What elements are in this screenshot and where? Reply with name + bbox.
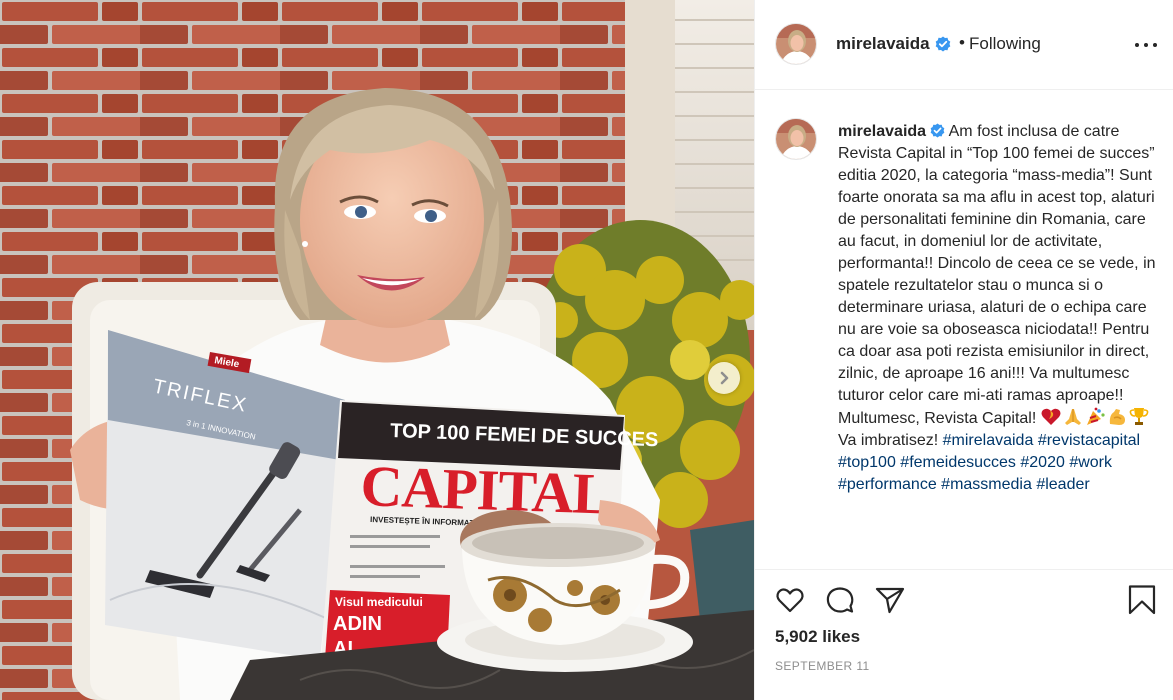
post-header: mirelavaida • Following	[755, 0, 1173, 90]
photo-illustration: Miele TRIFLEX 3 in 1 INNOVATION TOP 100 …	[0, 0, 754, 700]
post-photo[interactable]: Miele TRIFLEX 3 in 1 INNOVATION TOP 100 …	[0, 0, 754, 700]
share-button[interactable]	[874, 584, 906, 616]
hashtag-link[interactable]: #top100	[838, 454, 896, 471]
caption-emojis	[1041, 407, 1151, 427]
verified-badge-icon	[935, 36, 951, 52]
caption-username[interactable]: mirelavaida	[838, 123, 926, 140]
trophy-emoji-icon	[1129, 408, 1149, 425]
likes-count[interactable]: 5,902 likes	[775, 627, 860, 647]
header-username[interactable]: mirelavaida	[836, 34, 930, 54]
avatar[interactable]	[775, 118, 817, 160]
next-photo-button[interactable]	[708, 362, 740, 394]
hashtag-link[interactable]: #massmedia	[941, 476, 1032, 493]
dot-icon	[1135, 43, 1139, 47]
dot-icon	[1144, 43, 1148, 47]
post-date[interactable]: SEPTEMBER 11	[775, 659, 870, 673]
avatar-image	[776, 119, 816, 159]
comment-icon	[826, 587, 854, 613]
hashtag-link[interactable]: #leader	[1036, 476, 1089, 493]
avatar-image	[776, 24, 816, 64]
dot-icon	[1153, 43, 1157, 47]
hashtag-link[interactable]: #femeidesucces	[900, 454, 1016, 471]
heart-fire-emoji-icon	[1041, 408, 1061, 425]
caption-body: Am fost inclusa de catre Revista Capital…	[838, 123, 1156, 427]
praying-hands-emoji-icon	[1064, 409, 1081, 425]
comment-button[interactable]	[824, 584, 856, 616]
avatar[interactable]	[775, 23, 817, 65]
cover-name-1: ADIN	[333, 613, 382, 635]
verified-badge-icon	[930, 123, 945, 138]
header-separator: •	[959, 33, 965, 52]
hashtag-link[interactable]: #mirelavaida	[943, 432, 1034, 449]
caption-text: mirelavaida Am fost inclusa de catre Rev…	[838, 121, 1160, 496]
bookmark-icon	[1128, 585, 1156, 615]
hashtag-link[interactable]: #performance	[838, 476, 937, 493]
paper-plane-icon	[875, 587, 905, 614]
hashtag-link[interactable]: #2020	[1020, 454, 1065, 471]
post-sidebar: mirelavaida • Following mirelavaida Am f…	[754, 0, 1173, 700]
chevron-right-icon	[720, 371, 729, 385]
like-button[interactable]	[774, 584, 806, 616]
party-popper-emoji-icon	[1086, 407, 1105, 425]
heart-icon	[776, 588, 804, 613]
caption-section: mirelavaida Am fost inclusa de catre Rev…	[755, 91, 1173, 569]
hashtag-link[interactable]: #work	[1069, 454, 1112, 471]
flexed-biceps-emoji-icon	[1109, 409, 1125, 425]
caption-end: Va imbratisez!	[838, 432, 939, 449]
more-options-button[interactable]	[1135, 38, 1157, 52]
post-actions: 5,902 likes SEPTEMBER 11	[755, 569, 1173, 700]
save-button[interactable]	[1126, 584, 1158, 616]
hashtag-link[interactable]: #revistacapital	[1038, 432, 1140, 449]
following-button[interactable]: Following	[969, 34, 1041, 54]
cover-bottom-text: Visul medicului	[335, 595, 423, 609]
